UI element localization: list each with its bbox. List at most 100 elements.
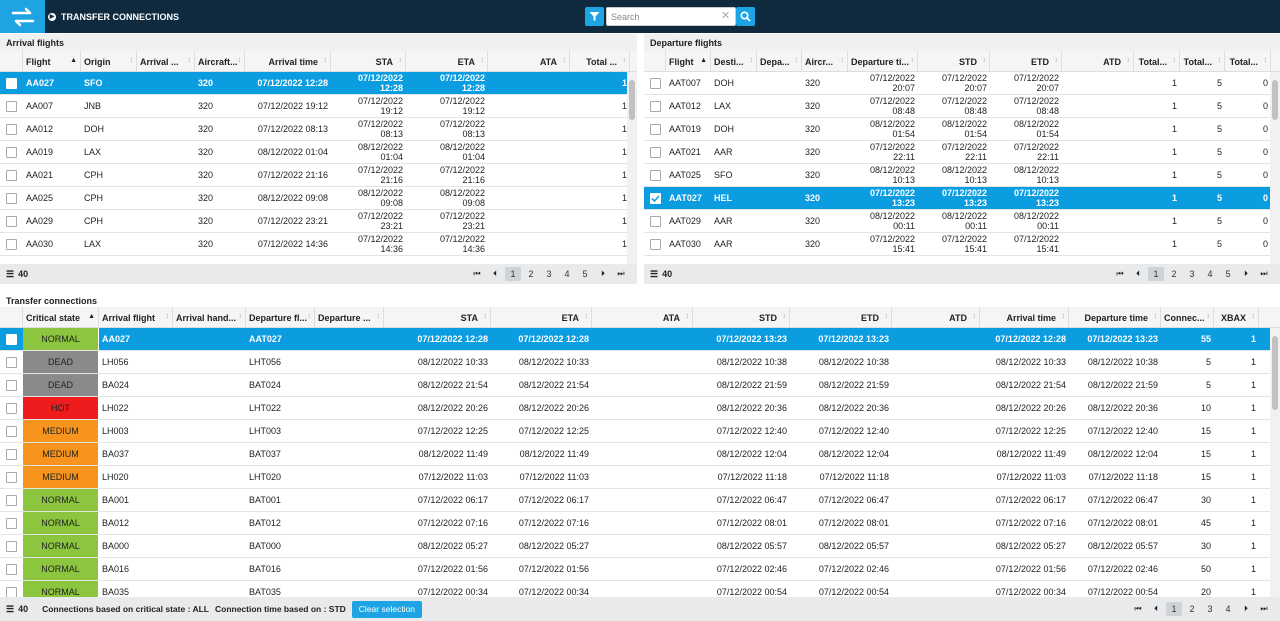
table-row[interactable]: NORMAL BA001 BAT001 07/12/2022 06:17 07/12/2… <box>0 489 1280 512</box>
column-header[interactable]: Critical state ▲ <box>23 307 99 327</box>
table-row[interactable]: NORMAL BA016 BAT016 07/12/2022 01:56 07/12/2… <box>0 558 1280 581</box>
page-number[interactable]: 2 <box>1184 604 1200 614</box>
page-number[interactable]: 5 <box>577 269 593 279</box>
column-header[interactable]: STA ↕ <box>331 51 406 71</box>
column-header[interactable]: Total... ↕ <box>1225 51 1271 71</box>
column-header[interactable]: Origin ↕ <box>81 51 137 71</box>
row-checkbox[interactable] <box>6 494 17 506</box>
column-header[interactable]: Flight ▲ <box>666 51 711 71</box>
table-row[interactable]: AAT027 HEL 320 07/12/2022 13:23 07/12/2022 13:… <box>644 187 1280 210</box>
transfer-scrollbar[interactable] <box>1270 328 1280 601</box>
column-header[interactable]: Total... ↕ <box>1180 51 1225 71</box>
row-checkbox-cell[interactable] <box>644 118 666 140</box>
clear-selection-button[interactable]: Clear selection <box>351 600 423 618</box>
column-header[interactable]: Arrival hand... ↕ <box>173 307 246 327</box>
table-row[interactable]: MEDIUM LH003 LHT003 07/12/2022 12:25 07/12/2… <box>0 420 1280 443</box>
swap-arrows-icon[interactable] <box>0 0 45 33</box>
column-header[interactable]: ETA ↕ <box>491 307 592 327</box>
row-checkbox[interactable] <box>6 471 17 483</box>
row-checkbox[interactable] <box>6 402 17 414</box>
table-row[interactable]: AAT007 DOH 320 07/12/2022 20:07 07/12/2022 20:… <box>644 72 1280 95</box>
filter-button[interactable] <box>585 7 604 26</box>
column-header[interactable]: Total ... ↕ <box>570 51 630 71</box>
row-checkbox[interactable] <box>6 563 17 575</box>
column-header[interactable]: Arrival time ↕ <box>980 307 1069 327</box>
row-checkbox-cell[interactable] <box>0 466 23 488</box>
page-number[interactable]: 5 <box>1220 269 1236 279</box>
column-header[interactable]: Desti... ↕ <box>711 51 757 71</box>
search-input[interactable] <box>606 7 736 26</box>
row-checkbox[interactable] <box>649 77 661 89</box>
column-header[interactable]: Arrival flight ↕ <box>99 307 173 327</box>
row-checkbox[interactable] <box>6 192 17 204</box>
column-header[interactable]: ATD ↕ <box>1062 51 1134 71</box>
row-checkbox[interactable] <box>6 238 17 250</box>
column-header[interactable]: Connec... ↕ <box>1161 307 1214 327</box>
column-header[interactable]: Depa... ↕ <box>757 51 802 71</box>
table-row[interactable]: NORMAL BA000 BAT000 08/12/2022 05:27 08/12/2… <box>0 535 1280 558</box>
row-checkbox-cell[interactable] <box>0 141 23 163</box>
row-checkbox-cell[interactable] <box>644 233 666 255</box>
column-header[interactable]: Departure ... ↕ <box>315 307 384 327</box>
table-row[interactable]: AA027 SFO 320 07/12/2022 12:28 07/12/2022 12:… <box>0 72 637 95</box>
row-checkbox[interactable] <box>649 215 661 227</box>
page-number[interactable]: 2 <box>523 269 539 279</box>
page-number[interactable]: 3 <box>1184 269 1200 279</box>
row-checkbox-cell[interactable] <box>644 141 666 163</box>
row-checkbox[interactable] <box>649 192 661 204</box>
column-header[interactable]: ATD ↕ <box>892 307 980 327</box>
first-page-icon[interactable]: ⏮ <box>1112 269 1128 279</box>
table-row[interactable]: DEAD BA024 BAT024 08/12/2022 21:54 08/12/202… <box>0 374 1280 397</box>
last-page-icon[interactable]: ⏭ <box>613 269 629 279</box>
column-header[interactable]: Arrival time ↕ <box>245 51 331 71</box>
page-number[interactable]: 1 <box>505 267 521 281</box>
table-row[interactable]: AA007 JNB 320 07/12/2022 19:12 07/12/2022 19:… <box>0 95 637 118</box>
column-header[interactable]: Departure ti... ↕ <box>848 51 918 71</box>
row-checkbox-cell[interactable] <box>0 420 23 442</box>
row-checkbox[interactable] <box>649 100 661 112</box>
page-number[interactable]: 1 <box>1166 602 1182 616</box>
row-checkbox-cell[interactable] <box>0 95 23 117</box>
column-header[interactable]: STD ↕ <box>693 307 790 327</box>
table-row[interactable]: AAT012 LAX 320 07/12/2022 08:48 07/12/2022 08:… <box>644 95 1280 118</box>
page-number[interactable]: 4 <box>1220 604 1236 614</box>
table-row[interactable]: AAT021 AAR 320 07/12/2022 22:11 07/12/2022 22:… <box>644 141 1280 164</box>
row-checkbox[interactable] <box>6 333 17 345</box>
table-row[interactable]: HOT LH022 LHT022 08/12/2022 20:26 08/12/2022… <box>0 397 1280 420</box>
next-page-icon[interactable]: ⏵ <box>1238 604 1254 614</box>
column-header[interactable]: Aircraft... ↕ <box>195 51 245 71</box>
column-header[interactable]: XBAX ↕ <box>1214 307 1259 327</box>
table-row[interactable]: AAT029 AAR 320 08/12/2022 00:11 08/12/2022 00:… <box>644 210 1280 233</box>
last-page-icon[interactable]: ⏭ <box>1256 269 1272 279</box>
column-header[interactable]: STA ↕ <box>384 307 491 327</box>
table-row[interactable]: AA029 CPH 320 07/12/2022 23:21 07/12/2022 23:… <box>0 210 637 233</box>
row-checkbox[interactable] <box>6 77 17 89</box>
row-checkbox-cell[interactable] <box>0 118 23 140</box>
row-checkbox-cell[interactable] <box>0 558 23 580</box>
table-row[interactable]: AA019 LAX 320 08/12/2022 01:04 08/12/2022 01:… <box>0 141 637 164</box>
row-checkbox-cell[interactable] <box>644 210 666 232</box>
row-checkbox-cell[interactable] <box>0 397 23 419</box>
row-checkbox-cell[interactable] <box>0 187 23 209</box>
table-row[interactable]: AA030 LAX 320 07/12/2022 14:36 07/12/2022 14:… <box>0 233 637 256</box>
table-row[interactable]: AAT025 SFO 320 08/12/2022 10:13 08/12/2022 10:… <box>644 164 1280 187</box>
column-header[interactable]: Departure time ↕ <box>1069 307 1161 327</box>
column-header[interactable]: Departure fl... ↕ <box>246 307 315 327</box>
next-page-icon[interactable]: ⏵ <box>1238 269 1254 279</box>
column-header[interactable]: ETA ↕ <box>406 51 488 71</box>
table-row[interactable]: AA021 CPH 320 07/12/2022 21:16 07/12/2022 21:… <box>0 164 637 187</box>
row-checkbox[interactable] <box>6 379 17 391</box>
table-row[interactable]: AA012 DOH 320 07/12/2022 08:13 07/12/2022 08:… <box>0 118 637 141</box>
row-checkbox-cell[interactable] <box>644 72 666 94</box>
column-header[interactable]: Aircr... ↕ <box>802 51 848 71</box>
table-row[interactable]: MEDIUM BA037 BAT037 08/12/2022 11:49 08/12/2… <box>0 443 1280 466</box>
row-checkbox[interactable] <box>6 100 17 112</box>
row-checkbox-cell[interactable] <box>0 512 23 534</box>
departure-scrollbar[interactable] <box>1270 72 1280 264</box>
search-button[interactable] <box>736 7 755 26</box>
table-row[interactable]: DEAD LH056 LHT056 08/12/2022 10:33 08/12/202… <box>0 351 1280 374</box>
table-row[interactable]: AAT030 AAR 320 07/12/2022 15:41 07/12/2022 15:… <box>644 233 1280 256</box>
row-checkbox-cell[interactable] <box>644 164 666 186</box>
clear-search-icon[interactable]: ✕ <box>721 9 730 23</box>
row-checkbox-cell[interactable] <box>0 374 23 396</box>
